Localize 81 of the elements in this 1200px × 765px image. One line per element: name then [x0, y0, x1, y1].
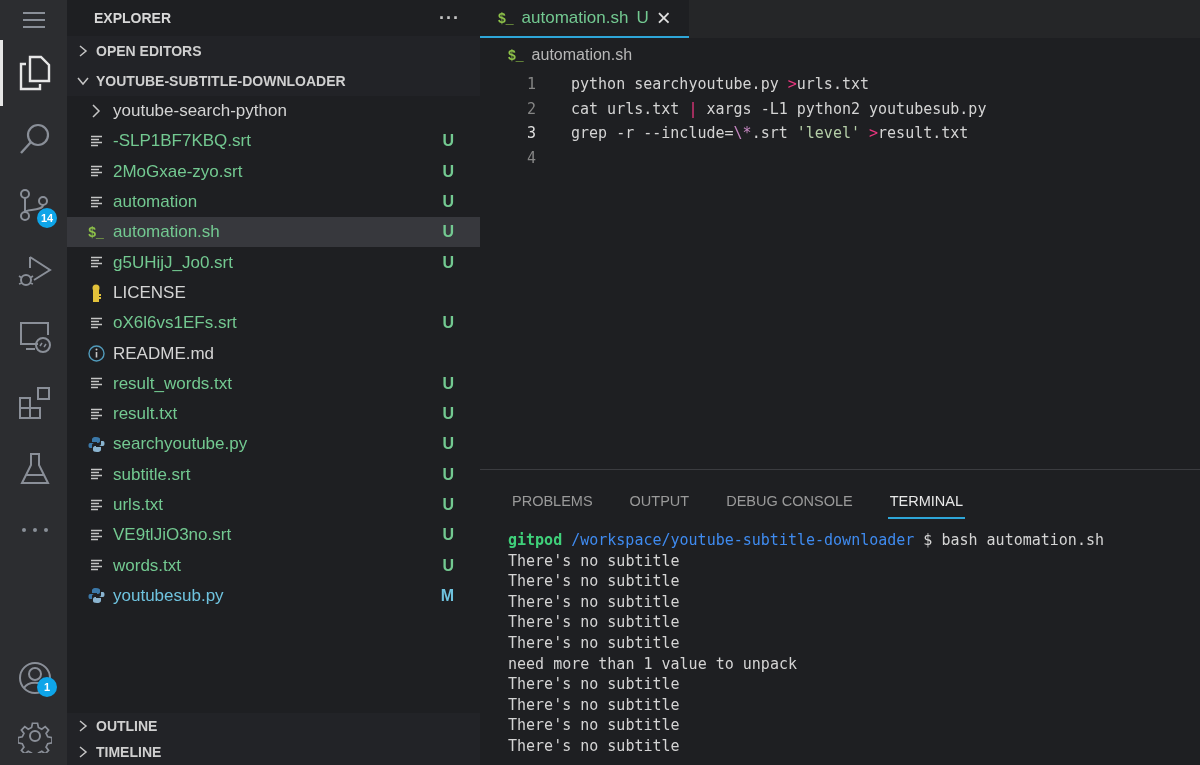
lines-icon: [89, 316, 103, 330]
file-item[interactable]: youtube-search-python: [67, 96, 480, 127]
file-item[interactable]: README.md: [67, 338, 480, 369]
file-item[interactable]: -SLP1BF7KBQ.srt U: [67, 126, 480, 157]
chevron-right-icon: [77, 746, 89, 758]
terminal-output: There's no subtitle: [508, 551, 680, 572]
account-icon[interactable]: [18, 661, 52, 695]
section-header[interactable]: YOUTUBE-SUBTITLE-DOWNLOADER: [67, 66, 480, 96]
file-item[interactable]: 2MoGxae-zyo.srt U: [67, 156, 480, 187]
chevron-right-icon: [77, 45, 89, 57]
lines-icon: [89, 498, 103, 512]
editor-tab[interactable]: $_ automation.sh U ×: [480, 0, 689, 38]
file-item[interactable]: subtitle.srt U: [67, 459, 480, 490]
search-icon[interactable]: [18, 122, 52, 156]
code-line: python searchyoutube.py >urls.txt: [571, 75, 870, 94]
close-button[interactable]: ×: [656, 6, 671, 30]
extensions-icon[interactable]: [18, 386, 52, 420]
terminal-output: There's no subtitle: [508, 716, 680, 737]
file-item[interactable]: searchyoutube.py U: [67, 429, 480, 460]
lines-icon: [89, 407, 103, 421]
lines-icon: [89, 468, 103, 482]
lines-icon: [89, 528, 103, 542]
sidebar-title: EXPLORER: [94, 10, 171, 26]
count-badge: 1: [37, 677, 57, 697]
line-number: 4: [525, 148, 537, 167]
info-icon: [87, 345, 105, 362]
file-item[interactable]: $_ automation.sh U: [67, 217, 480, 248]
chevron-down-icon: [77, 75, 89, 87]
line-number: 2: [525, 99, 537, 118]
code-line: cat urls.txt | xargs -L1 python2 youtubesub.py: [571, 99, 987, 118]
terminal-command: $ bash automation.sh: [923, 531, 1104, 551]
terminal-output: There's no subtitle: [508, 613, 680, 634]
more-actions-button[interactable]: ···: [439, 7, 460, 29]
breadcrumb[interactable]: $_ automation.sh: [480, 38, 1200, 72]
terminal-output: need more than 1 value to unpack: [508, 654, 797, 675]
lines-icon: [89, 134, 103, 148]
section-header[interactable]: OPEN EDITORS: [67, 36, 480, 66]
file-item[interactable]: urls.txt U: [67, 489, 480, 521]
line-number: 1: [525, 75, 537, 94]
count-badge: 14: [37, 208, 57, 228]
file-item[interactable]: result_words.txt U: [67, 368, 480, 399]
file-item[interactable]: result.txt U: [67, 398, 480, 430]
terminal-output: There's no subtitle: [508, 633, 680, 654]
chevron-right-icon: [77, 720, 89, 732]
chevron-right-icon: [91, 104, 101, 119]
more-icon[interactable]: [21, 527, 49, 533]
python-icon: [87, 587, 105, 605]
code-line: grep -r --include=\*.srt 'level' >result.txt: [571, 124, 969, 143]
panel-tab[interactable]: PROBLEMS: [510, 484, 595, 519]
files-icon[interactable]: [18, 55, 52, 91]
file-item[interactable]: g5UHijJ_Jo0.srt U: [67, 247, 480, 278]
file-item[interactable]: oX6l6vs1EFs.srt U: [67, 308, 480, 339]
flask-icon[interactable]: [20, 452, 50, 486]
terminal-output: There's no subtitle: [508, 736, 680, 757]
remote-explorer-icon[interactable]: [18, 320, 52, 354]
key-icon: [90, 283, 102, 302]
prompt-path: /workspace/youtube-subtitle-downloader: [571, 531, 915, 551]
lines-icon: [89, 165, 103, 179]
prompt-user: gitpod: [508, 531, 563, 551]
lines-icon: [89, 195, 103, 209]
lines-icon: [89, 256, 103, 270]
python-icon: [87, 435, 105, 453]
run-debug-icon[interactable]: [18, 254, 52, 288]
settings-icon[interactable]: [18, 719, 52, 753]
file-item[interactable]: youtubesub.py M: [67, 580, 480, 612]
line-number: 3: [525, 124, 537, 143]
lines-icon: [89, 377, 103, 391]
menu-icon[interactable]: [22, 12, 45, 28]
terminal-output: There's no subtitle: [508, 592, 680, 613]
shell-icon: $_: [88, 224, 104, 241]
file-item[interactable]: VE9tlJiO3no.srt U: [67, 520, 480, 551]
file-item[interactable]: words.txt U: [67, 550, 480, 581]
terminal-output: There's no subtitle: [508, 572, 680, 593]
panel-tab[interactable]: TERMINAL: [887, 484, 966, 519]
lines-icon: [89, 559, 103, 573]
terminal-output: There's no subtitle: [508, 695, 680, 716]
file-item[interactable]: automation U: [67, 186, 480, 218]
panel-tab[interactable]: OUTPUT: [627, 484, 692, 519]
terminal-output: There's no subtitle: [508, 675, 680, 696]
panel-tab[interactable]: DEBUG CONSOLE: [724, 484, 855, 519]
file-item[interactable]: LICENSE: [67, 277, 480, 309]
